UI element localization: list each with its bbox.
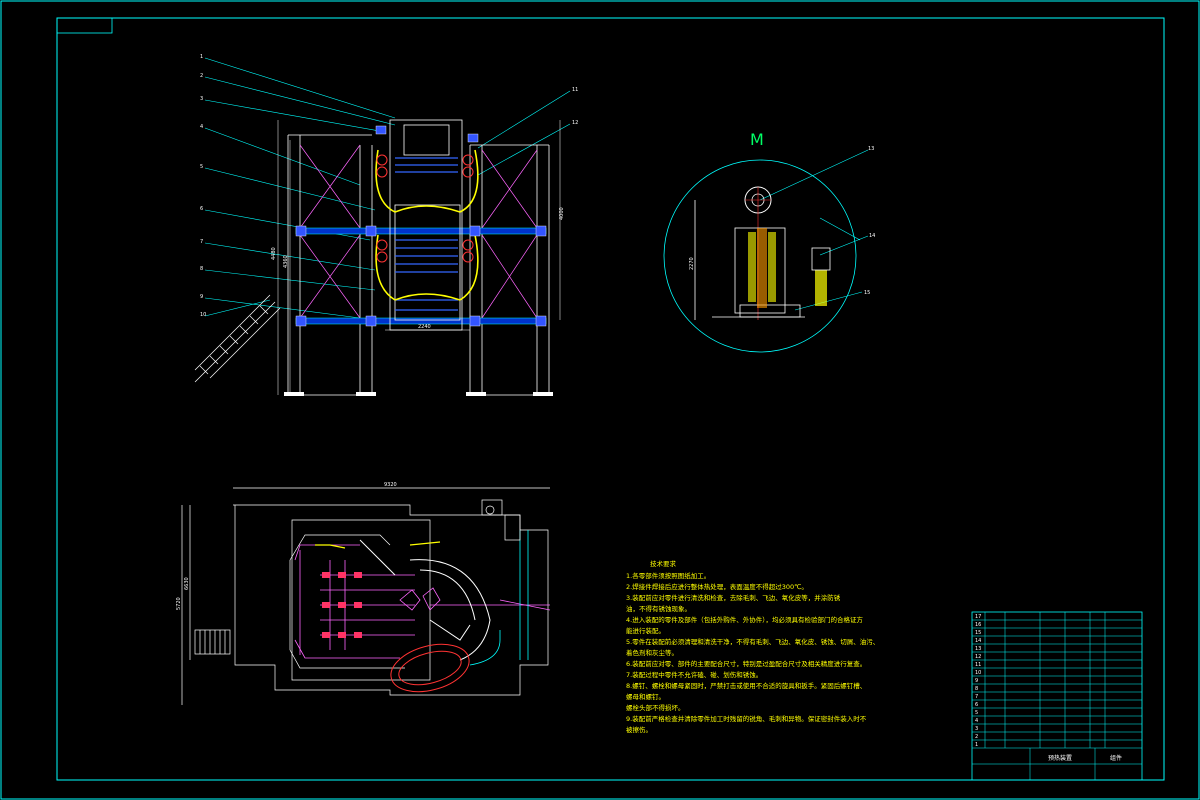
corner-label-box bbox=[56, 17, 113, 34]
part-row-index: 17 bbox=[975, 614, 981, 620]
detail-dimension: 2270 bbox=[689, 257, 695, 270]
plan-view: 9320 5720 6630 bbox=[176, 482, 551, 705]
title-block: 17 16 15 14 13 12 11 10 9 8 7 6 5 4 3 2 … bbox=[971, 611, 1143, 781]
detail-view-m: M 13 14 15 2270 bbox=[663, 130, 875, 353]
leader-label: 7 bbox=[200, 239, 203, 245]
notes-line: 6.装配前应对零、部件的主要配合尺寸，特别是过盈配合尺寸及相关精度进行复查。 bbox=[626, 659, 866, 668]
notes-line: 螺栓头部不得损坏。 bbox=[626, 703, 685, 712]
outer-frame bbox=[0, 0, 1200, 800]
notes-line: 3.装配前应对零件进行清洗和检查，去除毛刺、飞边、氧化皮等，并涂防锈 bbox=[626, 593, 841, 602]
cad-drawing-canvas: 1 2 3 4 5 6 7 8 9 10 11 12 2240 4000 448… bbox=[0, 0, 1200, 800]
dimension-label: 2240 bbox=[418, 324, 431, 330]
part-row-index: 5 bbox=[975, 710, 978, 716]
part-row-index: 4 bbox=[975, 718, 978, 724]
dimension-label: 4360 bbox=[283, 255, 289, 268]
dimension-label: 4000 bbox=[559, 207, 565, 220]
part-row-index: 9 bbox=[975, 678, 978, 684]
part-row-index: 8 bbox=[975, 686, 978, 692]
notes-line: 5.零件在装配前必须清理和清洗干净，不得有毛刺、飞边、氧化皮、锈蚀、切屑、油污、 bbox=[626, 637, 879, 646]
detail-label: M bbox=[750, 130, 764, 149]
plan-dimension: 5720 bbox=[176, 597, 182, 610]
part-row-index: 1 bbox=[975, 742, 978, 748]
leader-label: 3 bbox=[200, 96, 203, 102]
dimension-label: 4480 bbox=[271, 247, 277, 260]
notes-line: 能进行装配。 bbox=[626, 626, 665, 635]
part-row-index: 6 bbox=[975, 702, 978, 708]
detail-leader-label: 13 bbox=[868, 146, 874, 152]
leader-label: 4 bbox=[200, 124, 203, 130]
drawing-name: 预热装置 bbox=[1048, 754, 1072, 762]
leader-label: 11 bbox=[572, 87, 578, 93]
part-row-index: 15 bbox=[975, 630, 981, 636]
part-row-index: 2 bbox=[975, 734, 978, 740]
notes-line: 螺母和螺钉。 bbox=[626, 692, 665, 701]
notes-line: 被擦伤。 bbox=[626, 725, 652, 734]
notes-title: 技术要求 bbox=[650, 559, 677, 568]
part-row-index: 3 bbox=[975, 726, 978, 732]
notes-line: 油，不得有锈蚀现象。 bbox=[626, 604, 691, 613]
leader-label: 9 bbox=[200, 294, 203, 300]
leader-label: 6 bbox=[200, 206, 203, 212]
notes-line: 1.各零部件须按照图纸加工。 bbox=[626, 571, 710, 580]
detail-leader-label: 14 bbox=[869, 233, 875, 239]
detail-leader-label: 15 bbox=[864, 290, 870, 296]
part-row-index: 7 bbox=[975, 694, 978, 700]
part-row-index: 12 bbox=[975, 654, 981, 660]
drawing-type: 组件 bbox=[1110, 754, 1122, 762]
part-row-index: 10 bbox=[975, 670, 981, 676]
leader-label: 5 bbox=[200, 164, 203, 170]
part-row-index: 11 bbox=[975, 662, 981, 668]
notes-line: 9.装配前严格检查并清除零件加工时残留的锐角、毛刺和异物。保证密封件装入时不 bbox=[626, 714, 867, 723]
part-row-index: 16 bbox=[975, 622, 981, 628]
notes-line: 7.装配过程中零件不允许磕、碰、划伤和锈蚀。 bbox=[626, 670, 762, 679]
leader-label: 8 bbox=[200, 266, 203, 272]
leader-label: 10 bbox=[200, 312, 206, 318]
notes-line: 着色剂和灰尘等。 bbox=[626, 648, 678, 657]
notes-line: 4.进入装配的零件及部件（包括外购件、外协件），均必须具有检验部门的合格证方 bbox=[626, 615, 863, 624]
leader-label: 2 bbox=[200, 73, 203, 79]
plan-dimension: 6630 bbox=[184, 577, 190, 590]
notes-line: 8.螺钉、螺栓和螺母紧固时，严禁打击或使用不合适的旋具和扳手。紧固后螺钉槽、 bbox=[626, 681, 866, 690]
leader-label: 1 bbox=[200, 54, 203, 60]
plan-dimension: 9320 bbox=[384, 482, 397, 488]
leader-label: 12 bbox=[572, 120, 578, 126]
elevation-view: 1 2 3 4 5 6 7 8 9 10 11 12 2240 4000 448… bbox=[194, 54, 578, 396]
part-row-index: 13 bbox=[975, 646, 981, 652]
notes-line: 2.焊接件焊接后应进行整体热处理，表面温度不得超过300℃。 bbox=[626, 582, 808, 591]
inner-frame bbox=[56, 17, 1165, 781]
part-row-index: 14 bbox=[975, 638, 981, 644]
technical-notes: 技术要求 1.各零部件须按照图纸加工。 2.焊接件焊接后应进行整体热处理，表面温… bbox=[626, 559, 879, 734]
